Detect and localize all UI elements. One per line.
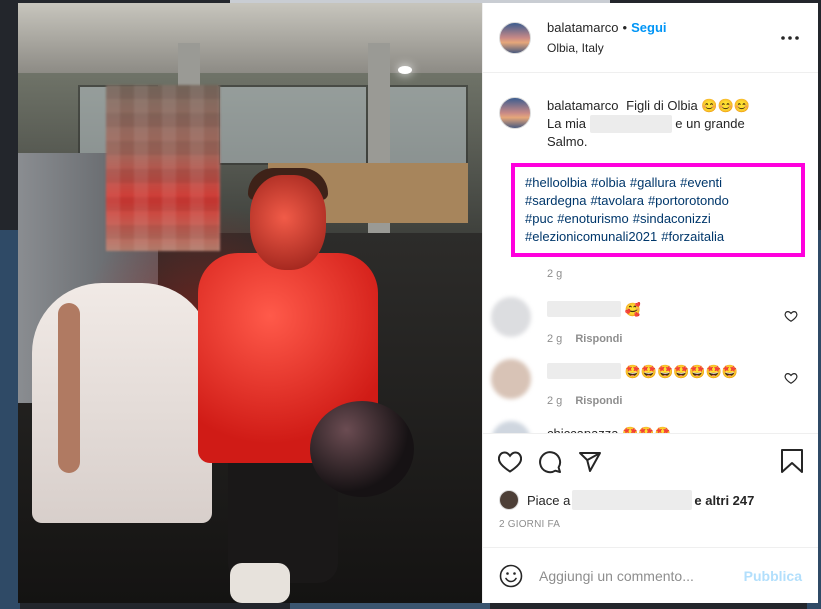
comment-item: 🤩🤩🤩🤩🤩🤩🤩 2 g Rispondi bbox=[491, 359, 802, 407]
author-avatar[interactable] bbox=[499, 21, 531, 54]
likes-prefix: Piace a bbox=[527, 492, 571, 508]
comment-text: 🥰 bbox=[624, 302, 641, 317]
emoji-icon[interactable] bbox=[499, 564, 523, 588]
post-modal: balatamarco • Segui Olbia, Italy balatam… bbox=[18, 3, 818, 603]
photo-ceiling bbox=[18, 3, 482, 73]
caption-time[interactable]: 2 g bbox=[547, 265, 787, 283]
hashtag[interactable]: #helloolbia bbox=[525, 175, 587, 190]
comment-time[interactable]: 2 g bbox=[547, 333, 562, 345]
commenter-avatar[interactable] bbox=[491, 421, 531, 433]
comment-text: 🤩🤩🤩🤩🤩🤩🤩 bbox=[624, 364, 738, 379]
more-icon[interactable] bbox=[778, 26, 802, 50]
author-avatar[interactable] bbox=[499, 97, 531, 129]
redacted-liker-name bbox=[572, 490, 693, 510]
caption-username[interactable]: balatamarco bbox=[547, 98, 619, 113]
caption: balatamarco Figli di Olbia 😊😊😊 La mia e … bbox=[499, 97, 805, 283]
post-date[interactable]: 2 GIORNI FA bbox=[483, 519, 818, 547]
publish-button[interactable]: Pubblica bbox=[744, 568, 802, 584]
hashtag[interactable]: #olbia bbox=[591, 175, 626, 190]
photo-person-arm bbox=[58, 303, 80, 473]
photo-lamp bbox=[398, 66, 412, 74]
photo-person-face bbox=[250, 175, 326, 270]
redacted-comment-text bbox=[547, 363, 621, 379]
likes-count[interactable]: e altri 247 bbox=[694, 493, 754, 508]
photo-shoe bbox=[230, 563, 290, 603]
hashtag[interactable]: #portorotondo bbox=[648, 193, 729, 208]
hashtags-highlight-box: #helloolbia #olbia #gallura #eventi #sardegn… bbox=[511, 163, 805, 257]
commenter-avatar[interactable] bbox=[491, 359, 531, 399]
comment-icon[interactable] bbox=[537, 449, 563, 475]
redacted-comment-text bbox=[547, 301, 621, 317]
photo-helmet bbox=[310, 401, 414, 497]
photo-blurred-face bbox=[106, 85, 220, 251]
like-small-icon[interactable] bbox=[784, 371, 798, 385]
hashtag[interactable]: #tavolara bbox=[590, 193, 643, 208]
background-page-edge bbox=[290, 603, 490, 609]
liker-avatar[interactable] bbox=[499, 490, 519, 510]
hashtag[interactable]: #sardegna bbox=[525, 193, 586, 208]
comments-list[interactable]: balatamarco Figli di Olbia 😊😊😊 La mia e … bbox=[483, 73, 818, 433]
caption-suffix: e un grande bbox=[675, 116, 745, 131]
post-sidebar: balatamarco • Segui Olbia, Italy balatam… bbox=[482, 3, 818, 603]
photo-window bbox=[218, 85, 368, 165]
reply-button[interactable]: Rispondi bbox=[575, 333, 622, 345]
reply-button[interactable]: Rispondi bbox=[575, 395, 622, 407]
hashtag[interactable]: #eventi bbox=[680, 175, 722, 190]
post-photo[interactable] bbox=[18, 3, 482, 603]
photo-window bbox=[388, 85, 468, 165]
like-small-icon[interactable] bbox=[784, 309, 798, 323]
share-icon[interactable] bbox=[577, 449, 603, 475]
caption-prefix: La mia bbox=[547, 116, 587, 131]
post-actions bbox=[483, 433, 818, 489]
background-page-edge bbox=[0, 230, 20, 609]
hashtag[interactable]: #enoturismo bbox=[557, 211, 629, 226]
hashtag[interactable]: #puc bbox=[525, 211, 553, 226]
post-header: balatamarco • Segui Olbia, Italy bbox=[483, 3, 818, 73]
comment-item: chiccapazza 🤩🤩🤩 bbox=[491, 421, 802, 433]
comment-input[interactable] bbox=[539, 567, 744, 584]
author-username[interactable]: balatamarco bbox=[547, 20, 619, 35]
heart-icon[interactable] bbox=[497, 449, 523, 475]
caption-line1: Figli di Olbia 😊😊😊 bbox=[626, 98, 750, 113]
likes-summary[interactable]: Piace a e altri 247 bbox=[483, 489, 818, 511]
comment-item: 🥰 2 g Rispondi bbox=[491, 297, 802, 345]
bookmark-icon[interactable] bbox=[780, 448, 804, 474]
comment-text: chiccapazza 🤩🤩🤩 bbox=[547, 425, 777, 433]
separator-dot: • bbox=[622, 20, 628, 35]
add-comment-bar: Pubblica bbox=[483, 547, 818, 603]
hashtag[interactable]: #gallura bbox=[630, 175, 676, 190]
caption-line3: Salmo. bbox=[547, 134, 588, 149]
hashtag[interactable]: #sindaconizzi bbox=[633, 211, 711, 226]
redacted-name bbox=[589, 115, 672, 133]
comment-time[interactable]: 2 g bbox=[547, 395, 562, 407]
hashtag[interactable]: #forzaitalia bbox=[661, 229, 724, 244]
commenter-avatar[interactable] bbox=[491, 297, 531, 337]
follow-button[interactable]: Segui bbox=[631, 20, 666, 35]
hashtag[interactable]: #elezionicomunali2021 bbox=[525, 229, 657, 244]
post-location[interactable]: Olbia, Italy bbox=[547, 41, 778, 55]
